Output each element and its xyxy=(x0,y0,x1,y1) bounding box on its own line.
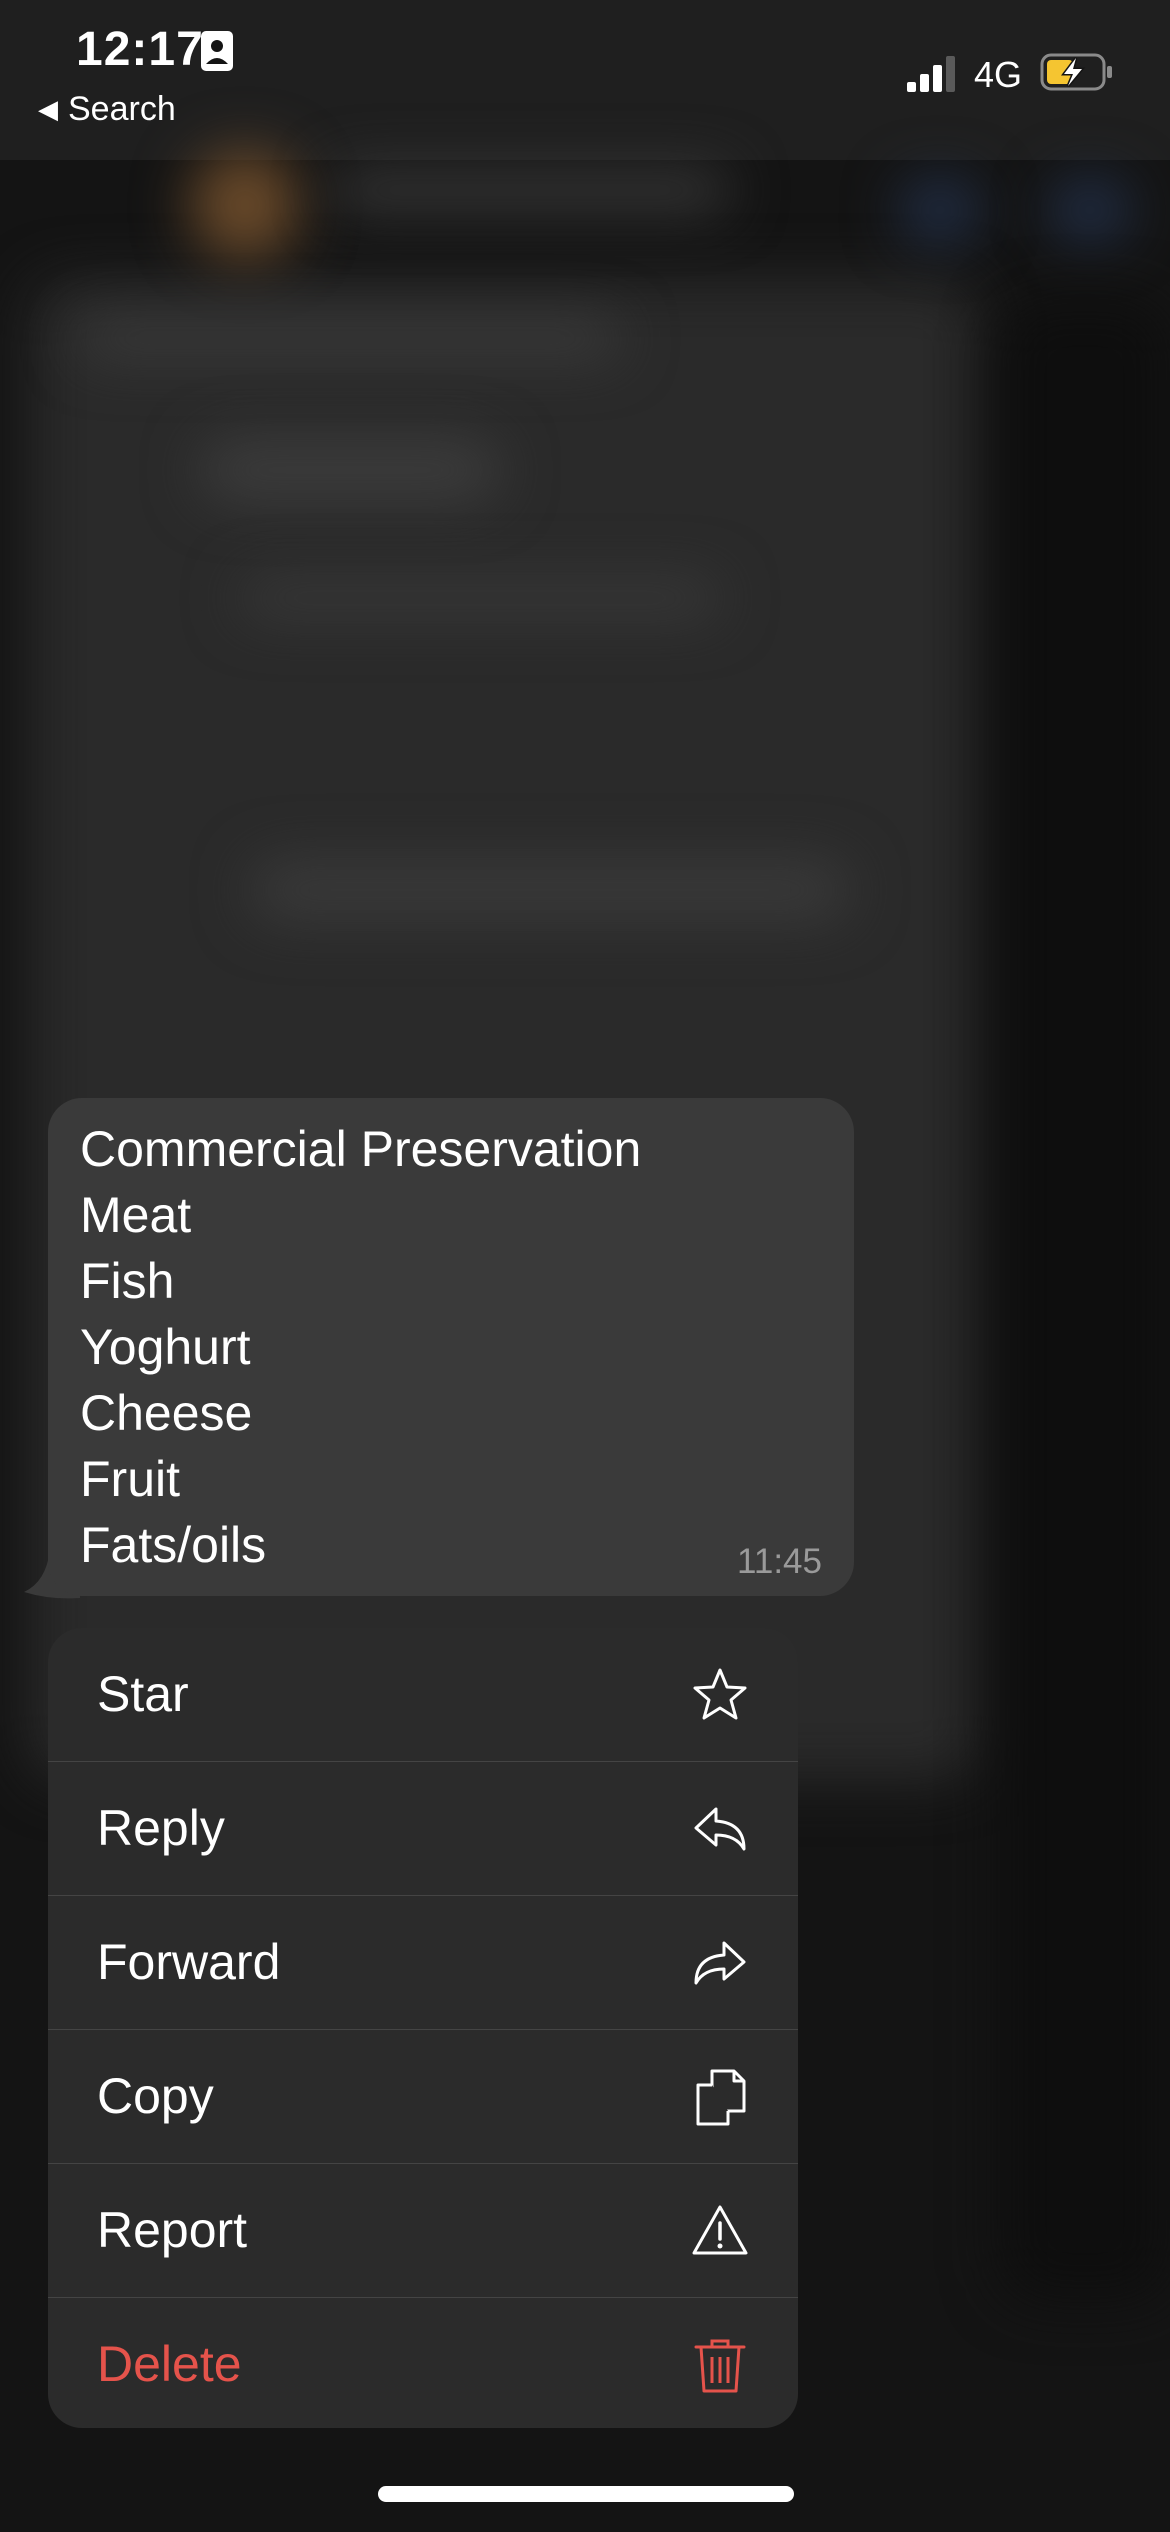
menu-item-forward[interactable]: Forward xyxy=(48,1896,798,2030)
copy-icon xyxy=(696,2069,746,2126)
message-timestamp: 11:45 xyxy=(737,1542,822,1581)
back-label: Search xyxy=(68,90,176,128)
reply-icon xyxy=(694,1807,746,1851)
message-line: Meat xyxy=(80,1187,192,1243)
status-time: 12:17 xyxy=(76,23,204,76)
menu-item-star[interactable]: Star xyxy=(48,1628,798,1762)
menu-item-label: Reply xyxy=(97,1800,225,1856)
message-line: Yoghurt xyxy=(80,1319,251,1375)
message-line: Fruit xyxy=(80,1451,180,1507)
message-line: Fish xyxy=(80,1253,175,1309)
back-to-search-link[interactable]: ◀ Search xyxy=(38,90,176,129)
contact-card-icon xyxy=(201,31,233,71)
menu-item-label: Copy xyxy=(97,2068,214,2124)
menu-item-report[interactable]: Report xyxy=(48,2164,798,2298)
star-icon xyxy=(693,1668,747,1720)
menu-item-label: Delete xyxy=(97,2336,242,2392)
battery-charging-icon xyxy=(1040,53,1112,91)
home-indicator[interactable] xyxy=(378,2486,794,2502)
menu-item-label: Star xyxy=(97,1666,189,1722)
menu-item-label: Report xyxy=(97,2202,248,2258)
message-line: Cheese xyxy=(80,1385,253,1441)
status-bar: 12:17 ◀ Search 4G xyxy=(0,0,1170,140)
menu-item-reply[interactable]: Reply xyxy=(48,1762,798,1896)
message-bubble[interactable]: Commercial Preservation Meat Fish Yoghur… xyxy=(48,1098,854,1596)
cellular-signal-icon xyxy=(907,56,955,92)
message-line: Commercial Preservation xyxy=(80,1121,642,1177)
message-line: Fats/oils xyxy=(80,1517,267,1573)
message-context-menu: Star Reply Forward Copy Report Delete xyxy=(48,1628,798,2428)
back-triangle-icon: ◀ xyxy=(38,94,58,124)
trash-icon xyxy=(694,2339,746,2393)
warning-icon xyxy=(692,2205,748,2255)
network-type: 4G xyxy=(974,54,1023,95)
menu-item-copy[interactable]: Copy xyxy=(48,2030,798,2164)
forward-icon xyxy=(694,1941,746,1985)
menu-item-delete[interactable]: Delete xyxy=(48,2298,798,2428)
menu-item-label: Forward xyxy=(97,1934,281,1990)
